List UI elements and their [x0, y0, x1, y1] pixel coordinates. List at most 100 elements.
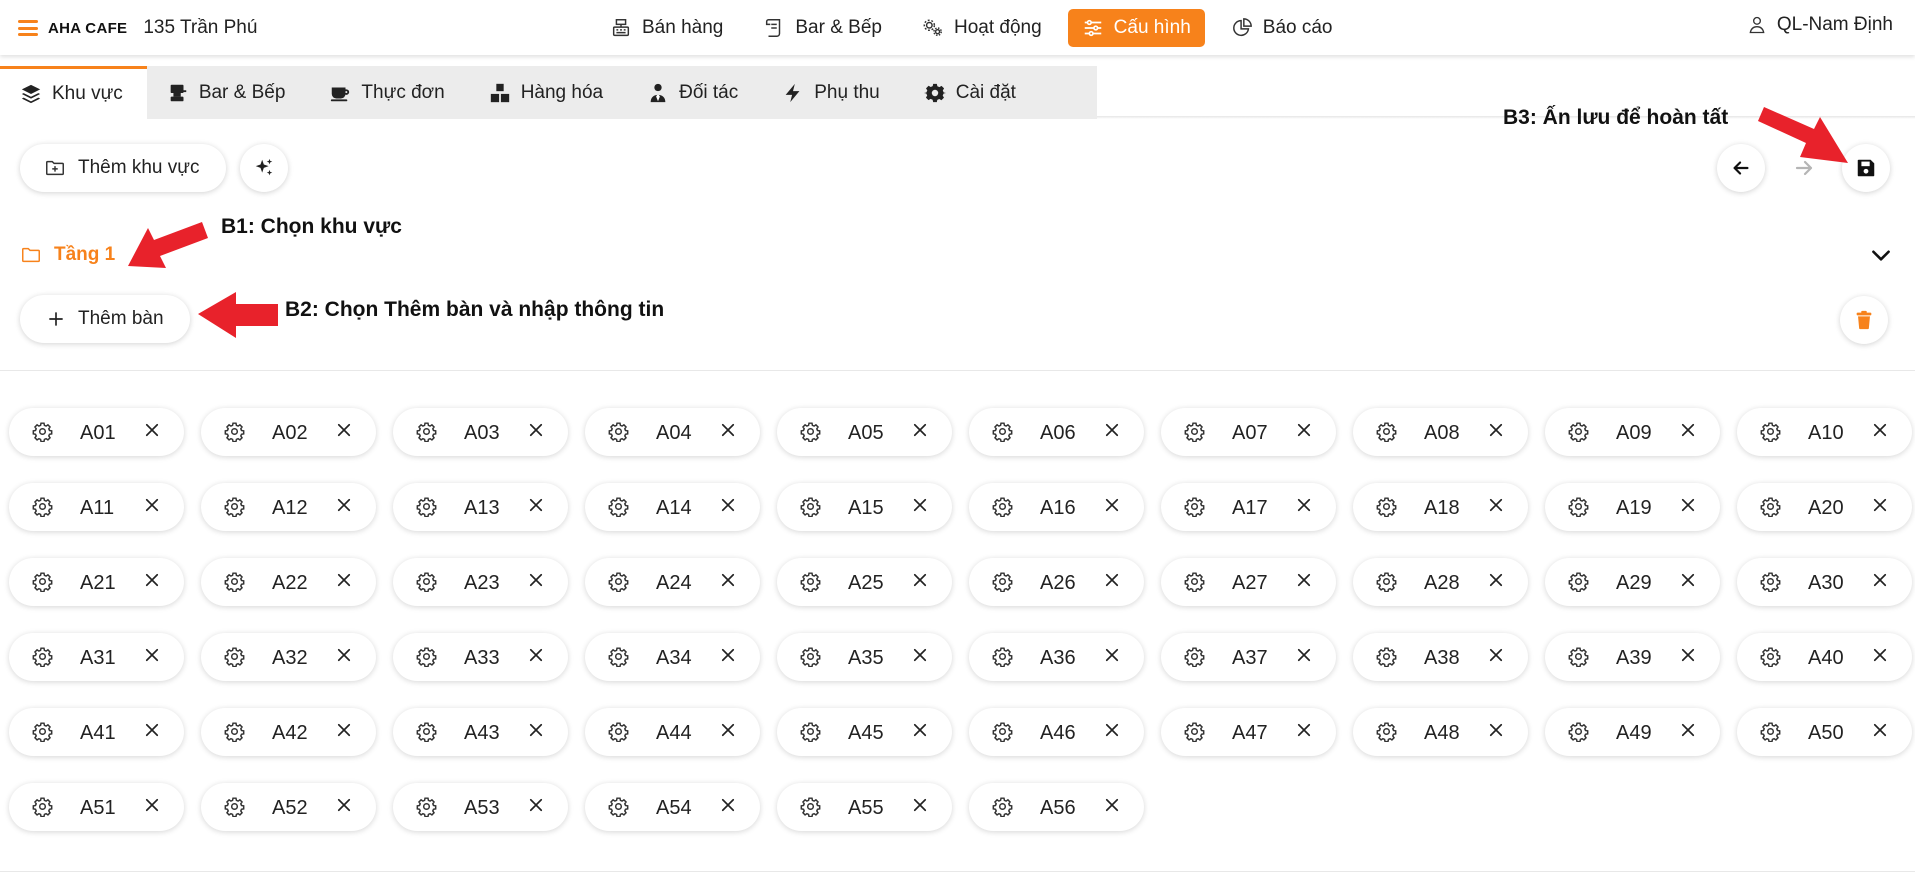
- gear-icon[interactable]: [416, 796, 437, 817]
- table-chip[interactable]: A43: [393, 708, 568, 756]
- gear-icon[interactable]: [32, 496, 53, 517]
- table-chip[interactable]: A34: [585, 633, 760, 681]
- close-icon[interactable]: [719, 721, 737, 739]
- table-chip[interactable]: A13: [393, 483, 568, 531]
- branch-name[interactable]: 135 Trần Phú: [143, 17, 257, 39]
- gear-icon[interactable]: [224, 496, 245, 517]
- close-icon[interactable]: [911, 796, 929, 814]
- gear-icon[interactable]: [800, 721, 821, 742]
- gear-icon[interactable]: [800, 496, 821, 517]
- gear-icon[interactable]: [1568, 421, 1589, 442]
- close-icon[interactable]: [1679, 496, 1697, 514]
- gear-icon[interactable]: [608, 796, 629, 817]
- close-icon[interactable]: [335, 721, 353, 739]
- close-icon[interactable]: [1103, 496, 1121, 514]
- table-chip[interactable]: A10: [1737, 408, 1912, 456]
- close-icon[interactable]: [719, 421, 737, 439]
- table-chip[interactable]: A09: [1545, 408, 1720, 456]
- tab-khu-vuc[interactable]: Khu vực: [0, 66, 147, 119]
- gear-icon[interactable]: [800, 646, 821, 667]
- close-icon[interactable]: [1295, 646, 1313, 664]
- table-chip[interactable]: A22: [201, 558, 376, 606]
- gear-icon[interactable]: [32, 796, 53, 817]
- close-icon[interactable]: [527, 496, 545, 514]
- table-chip[interactable]: A25: [777, 558, 952, 606]
- table-chip[interactable]: A20: [1737, 483, 1912, 531]
- close-icon[interactable]: [1103, 571, 1121, 589]
- gear-icon[interactable]: [416, 421, 437, 442]
- gear-icon[interactable]: [416, 571, 437, 592]
- close-icon[interactable]: [1871, 421, 1889, 439]
- close-icon[interactable]: [527, 646, 545, 664]
- gear-icon[interactable]: [1568, 571, 1589, 592]
- table-chip[interactable]: A37: [1161, 633, 1336, 681]
- gear-icon[interactable]: [800, 571, 821, 592]
- close-icon[interactable]: [1487, 571, 1505, 589]
- gear-icon[interactable]: [1760, 571, 1781, 592]
- gear-icon[interactable]: [32, 421, 53, 442]
- table-chip[interactable]: A29: [1545, 558, 1720, 606]
- nav-ban-hang[interactable]: Bán hàng: [596, 9, 737, 47]
- tab-phu-thu[interactable]: Phụ thu: [762, 66, 904, 119]
- gear-icon[interactable]: [608, 496, 629, 517]
- table-chip[interactable]: A35: [777, 633, 952, 681]
- gear-icon[interactable]: [224, 571, 245, 592]
- table-chip[interactable]: A12: [201, 483, 376, 531]
- close-icon[interactable]: [1295, 421, 1313, 439]
- table-chip[interactable]: A31: [9, 633, 184, 681]
- tab-bar-bep[interactable]: Bar & Bếp: [147, 66, 310, 119]
- table-chip[interactable]: A48: [1353, 708, 1528, 756]
- table-chip[interactable]: A16: [969, 483, 1144, 531]
- close-icon[interactable]: [1487, 721, 1505, 739]
- close-icon[interactable]: [719, 646, 737, 664]
- gear-icon[interactable]: [416, 496, 437, 517]
- close-icon[interactable]: [911, 421, 929, 439]
- close-icon[interactable]: [143, 796, 161, 814]
- delete-area-button[interactable]: [1840, 296, 1888, 344]
- gear-icon[interactable]: [1184, 571, 1205, 592]
- table-chip[interactable]: A41: [9, 708, 184, 756]
- gear-icon[interactable]: [1376, 646, 1397, 667]
- table-chip[interactable]: A17: [1161, 483, 1336, 531]
- table-chip[interactable]: A07: [1161, 408, 1336, 456]
- gear-icon[interactable]: [1760, 496, 1781, 517]
- gear-icon[interactable]: [32, 721, 53, 742]
- nav-bar-bep[interactable]: Bar & Bếp: [749, 9, 896, 47]
- gear-icon[interactable]: [1568, 721, 1589, 742]
- table-chip[interactable]: A38: [1353, 633, 1528, 681]
- gear-icon[interactable]: [1376, 496, 1397, 517]
- close-icon[interactable]: [1871, 571, 1889, 589]
- close-icon[interactable]: [1103, 646, 1121, 664]
- table-chip[interactable]: A52: [201, 783, 376, 831]
- table-chip[interactable]: A51: [9, 783, 184, 831]
- gear-icon[interactable]: [800, 796, 821, 817]
- gear-icon[interactable]: [992, 571, 1013, 592]
- nav-hoat-dong[interactable]: Hoạt động: [908, 9, 1056, 47]
- close-icon[interactable]: [143, 721, 161, 739]
- close-icon[interactable]: [911, 496, 929, 514]
- add-area-button[interactable]: Thêm khu vực: [20, 144, 226, 192]
- close-icon[interactable]: [1679, 646, 1697, 664]
- table-chip[interactable]: A18: [1353, 483, 1528, 531]
- close-icon[interactable]: [335, 421, 353, 439]
- close-icon[interactable]: [1487, 496, 1505, 514]
- gear-icon[interactable]: [608, 421, 629, 442]
- gear-icon[interactable]: [992, 496, 1013, 517]
- tab-cai-dat[interactable]: Cài đặt: [904, 66, 1040, 119]
- gear-icon[interactable]: [1376, 571, 1397, 592]
- user-menu[interactable]: QL-Nam Định: [1747, 14, 1893, 36]
- close-icon[interactable]: [1103, 721, 1121, 739]
- gear-icon[interactable]: [224, 721, 245, 742]
- close-icon[interactable]: [1487, 646, 1505, 664]
- gear-icon[interactable]: [800, 421, 821, 442]
- close-icon[interactable]: [527, 721, 545, 739]
- gear-icon[interactable]: [1376, 721, 1397, 742]
- table-chip[interactable]: A44: [585, 708, 760, 756]
- hamburger-menu-icon[interactable]: [18, 20, 38, 36]
- close-icon[interactable]: [143, 571, 161, 589]
- close-icon[interactable]: [1103, 796, 1121, 814]
- area-item-tang-1[interactable]: Tầng 1: [20, 244, 115, 266]
- gear-icon[interactable]: [1568, 646, 1589, 667]
- table-chip[interactable]: A04: [585, 408, 760, 456]
- close-icon[interactable]: [911, 646, 929, 664]
